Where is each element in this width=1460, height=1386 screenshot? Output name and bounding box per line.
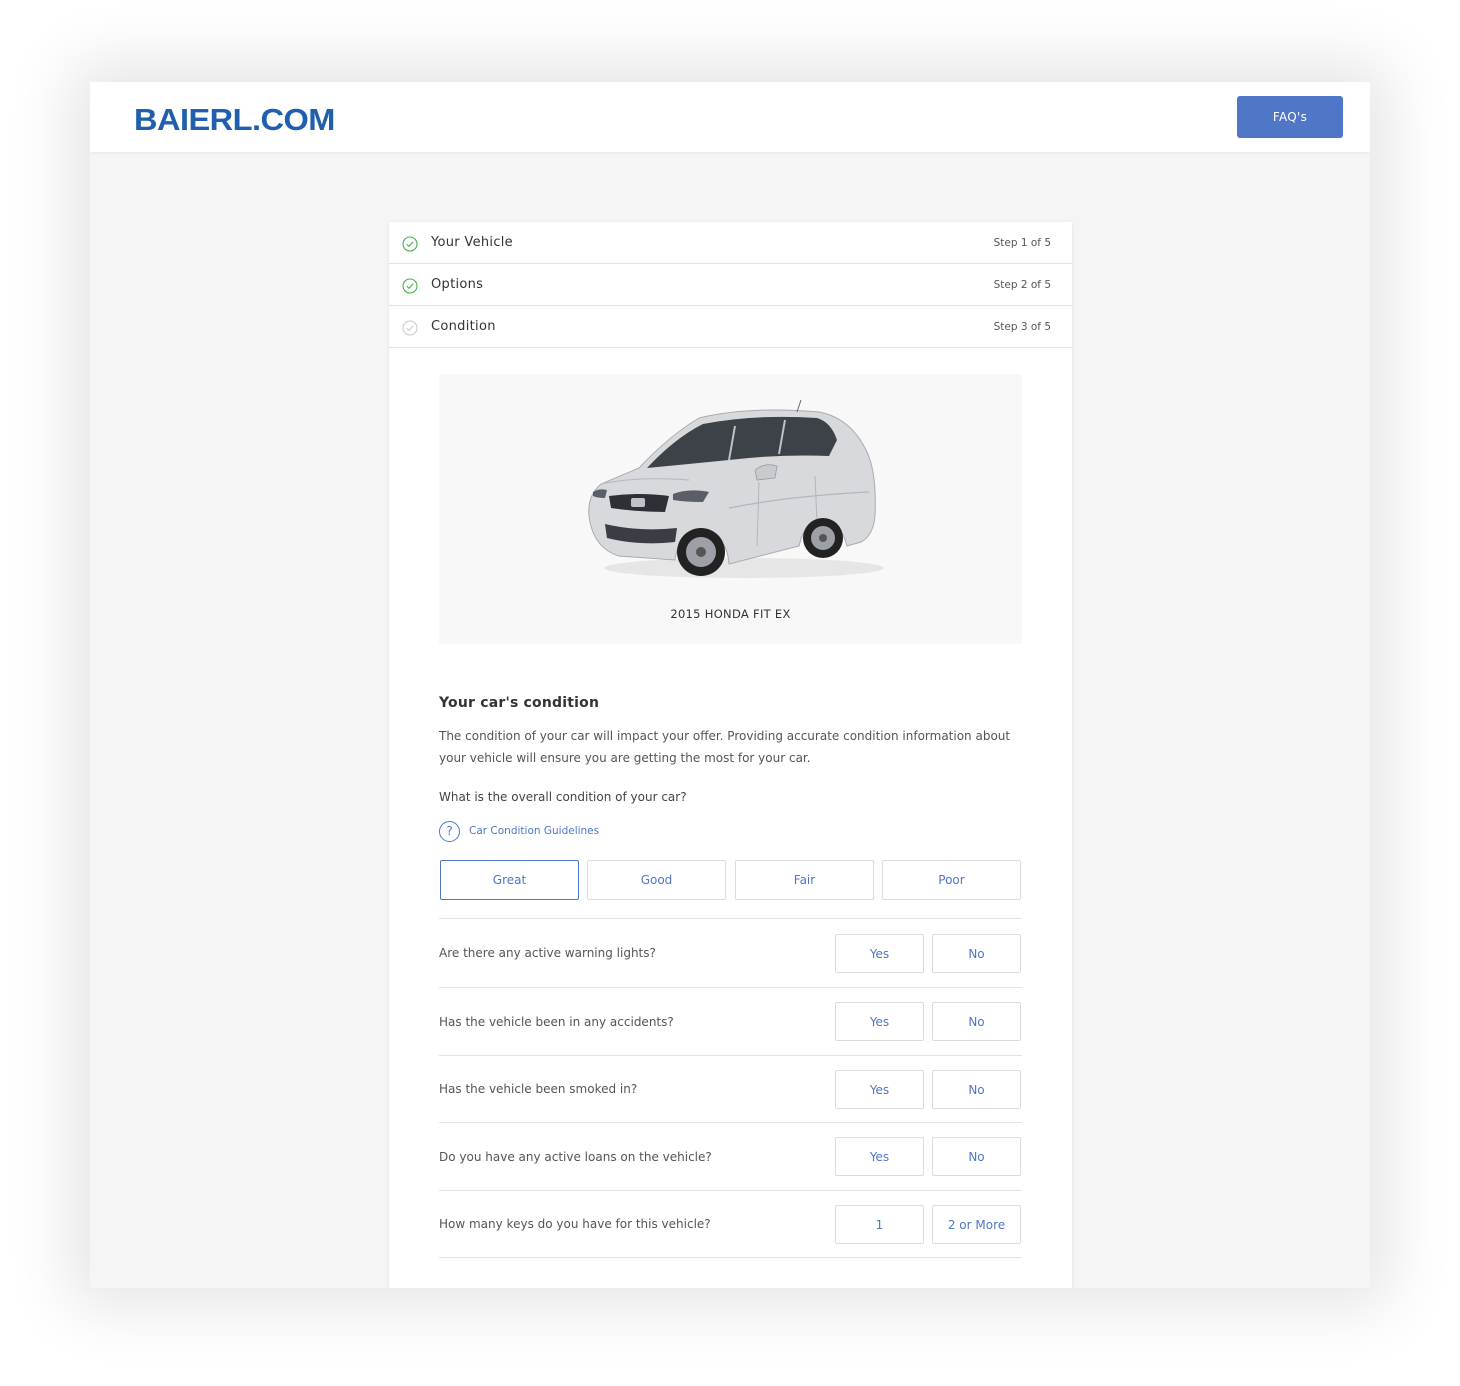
site-logo[interactable]: BAIERL.COM <box>134 102 335 138</box>
divider <box>439 987 1022 988</box>
active-loans-yes-button[interactable]: Yes <box>835 1137 924 1176</box>
car-image <box>588 399 884 578</box>
step-title: Options <box>431 277 484 292</box>
divider <box>439 1055 1022 1056</box>
step-number: Step 3 of 5 <box>993 320 1051 333</box>
condition-section-title: Your car's condition <box>439 695 600 711</box>
divider <box>439 1122 1022 1123</box>
step-options[interactable]: Options Step 2 of 5 <box>389 264 1072 306</box>
vehicle-name: 2015 HONDA FIT EX <box>670 607 791 621</box>
keys-two-or-more-button[interactable]: 2 or More <box>932 1205 1021 1244</box>
vehicle-preview: 2015 HONDA FIT EX <box>439 374 1022 644</box>
step-title: Condition <box>431 319 496 334</box>
step-your-vehicle[interactable]: Your Vehicle Step 1 of 5 <box>389 222 1072 264</box>
overall-condition-question: What is the overall condition of your ca… <box>439 790 687 804</box>
warning-lights-no-button[interactable]: No <box>932 934 1021 973</box>
condition-poor-button[interactable]: Poor <box>882 860 1021 900</box>
condition-great-button[interactable]: Great <box>440 860 579 900</box>
question-circle-icon: ? <box>439 820 460 842</box>
accidents-yes-button[interactable]: Yes <box>835 1002 924 1041</box>
check-circle-outline-icon <box>402 320 418 336</box>
condition-guidelines-label: Car Condition Guidelines <box>469 825 600 837</box>
accidents-question: Has the vehicle been in any accidents? <box>439 1015 674 1029</box>
smoked-in-no-button[interactable]: No <box>932 1070 1021 1109</box>
warning-lights-yes-button[interactable]: Yes <box>835 934 924 973</box>
divider <box>439 1190 1022 1191</box>
keys-question: How many keys do you have for this vehic… <box>439 1217 711 1231</box>
condition-fair-button[interactable]: Fair <box>735 860 874 900</box>
accidents-no-button[interactable]: No <box>932 1002 1021 1041</box>
step-number: Step 1 of 5 <box>993 236 1051 249</box>
check-circle-icon <box>402 236 418 252</box>
condition-description: The condition of your car will impact yo… <box>439 729 1011 765</box>
smoked-in-yes-button[interactable]: Yes <box>835 1070 924 1109</box>
condition-guidelines-link[interactable]: ? Car Condition Guidelines <box>439 820 599 842</box>
step-number: Step 2 of 5 <box>993 278 1051 291</box>
app-frame: BAIERL.COM FAQ's Your Vehicle Step 1 of … <box>90 82 1370 1288</box>
condition-good-button[interactable]: Good <box>587 860 726 900</box>
active-loans-no-button[interactable]: No <box>932 1137 1021 1176</box>
check-circle-icon <box>402 278 418 294</box>
top-bar: BAIERL.COM FAQ's <box>90 82 1370 152</box>
trade-in-card: Your Vehicle Step 1 of 5 Options Step 2 … <box>389 222 1072 1288</box>
divider <box>439 1257 1022 1258</box>
smoked-in-question: Has the vehicle been smoked in? <box>439 1082 638 1096</box>
divider <box>439 918 1022 919</box>
active-loans-question: Do you have any active loans on the vehi… <box>439 1150 712 1164</box>
warning-lights-question: Are there any active warning lights? <box>439 946 656 960</box>
step-condition[interactable]: Condition Step 3 of 5 <box>389 306 1072 348</box>
step-title: Your Vehicle <box>431 235 513 250</box>
faq-button[interactable]: FAQ's <box>1237 96 1343 138</box>
keys-one-button[interactable]: 1 <box>835 1205 924 1244</box>
